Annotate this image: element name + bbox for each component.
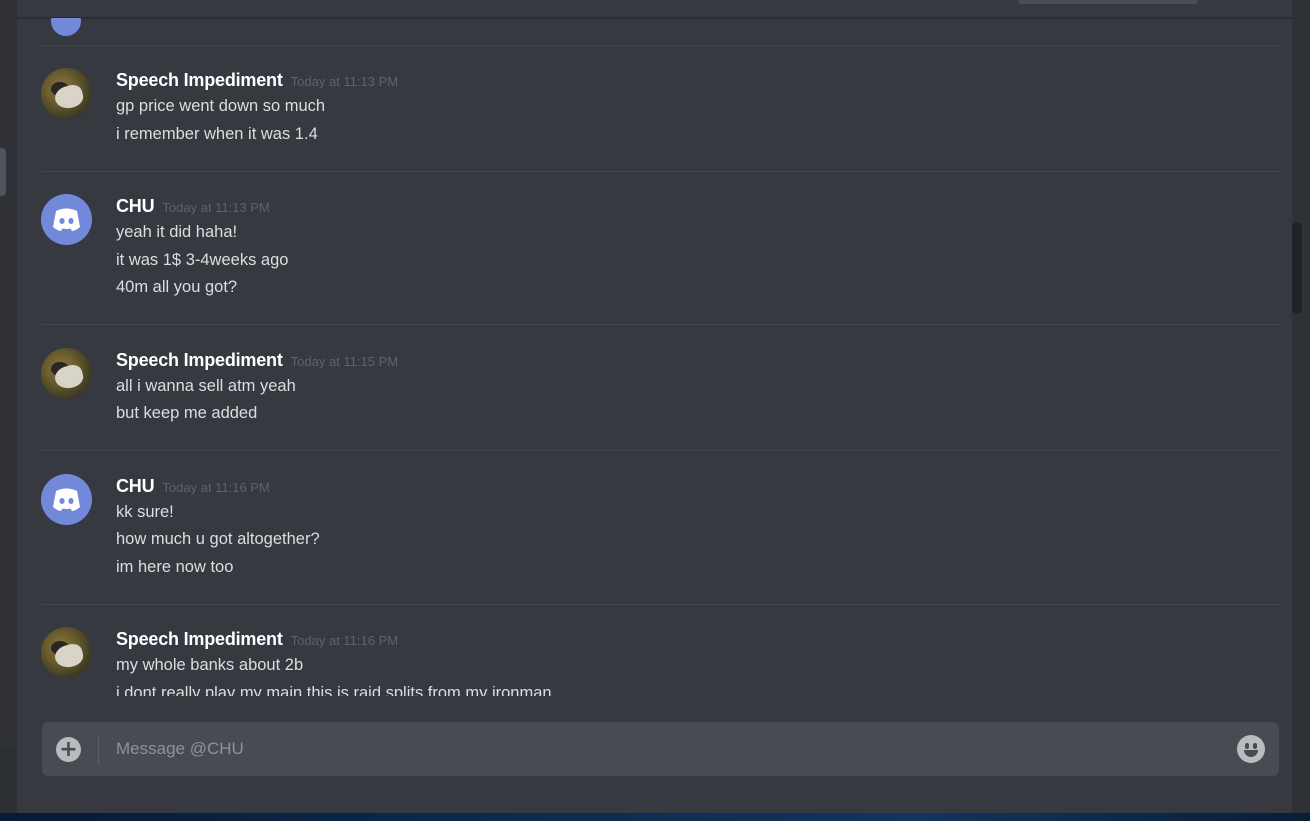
timestamp: Today at 11:13 PM	[162, 200, 270, 215]
chat-header	[17, 0, 1292, 18]
discord-logo-icon	[53, 488, 80, 511]
message-line: 40m all you got?	[116, 278, 238, 296]
user-panel-edge	[0, 748, 17, 813]
discord-logo-icon	[53, 208, 80, 231]
message-list[interactable]: Speech Impediment Today at 11:13 PM gp pr…	[17, 18, 1292, 696]
message-header: CHU Today at 11:13 PM	[116, 196, 270, 217]
message-composer: +	[42, 722, 1279, 776]
avatar[interactable]	[41, 474, 92, 525]
message-line: but keep me added	[116, 404, 258, 422]
server-list-strip	[0, 0, 18, 748]
message-line: i remember when it was 1.4	[116, 125, 318, 143]
message-input[interactable]	[108, 732, 1234, 766]
avatar[interactable]	[41, 68, 92, 119]
message-divider	[41, 45, 1280, 46]
composer-divider	[98, 735, 99, 764]
timestamp: Today at 11:13 PM	[290, 74, 399, 89]
scrollbar-thumb[interactable]	[1292, 222, 1302, 314]
avatar[interactable]	[41, 194, 92, 245]
message-line: my whole banks about 2b	[116, 656, 304, 674]
message-divider	[41, 171, 1280, 172]
avatar[interactable]	[51, 18, 81, 36]
username[interactable]: Speech Impediment	[116, 629, 283, 649]
username[interactable]: CHU	[116, 476, 155, 496]
message-line: all i wanna sell atm yeah	[116, 377, 296, 395]
username[interactable]: Speech Impediment	[116, 70, 283, 90]
message-divider	[41, 604, 1280, 605]
server-selection-pill[interactable]	[0, 148, 6, 196]
timestamp: Today at 11:15 PM	[290, 354, 399, 369]
message-line: yeah it did haha!	[116, 223, 238, 241]
search-bar-edge[interactable]	[1018, 0, 1198, 4]
timestamp: Today at 11:16 PM	[290, 633, 399, 648]
message-line: it was 1$ 3-4weeks ago	[116, 251, 289, 269]
plus-circle-icon[interactable]: +	[56, 737, 81, 762]
message-line: how much u got altogether?	[116, 530, 320, 548]
message-line: im here now too	[116, 558, 234, 576]
avatar[interactable]	[41, 627, 92, 678]
desktop-taskbar-edge	[0, 813, 1310, 821]
message-divider	[41, 450, 1280, 451]
message-line: gp price went down so much	[116, 97, 326, 115]
message-header: CHU Today at 11:16 PM	[116, 476, 270, 497]
smiley-icon[interactable]	[1237, 735, 1265, 763]
username[interactable]: CHU	[116, 196, 155, 216]
chat-panel: Speech Impediment Today at 11:13 PM gp pr…	[17, 0, 1292, 813]
message-header: Speech Impediment Today at 11:13 PM	[116, 70, 398, 91]
message-header: Speech Impediment Today at 11:16 PM	[116, 629, 398, 650]
timestamp: Today at 11:16 PM	[162, 480, 270, 495]
message-divider	[41, 324, 1280, 325]
message-header: Speech Impediment Today at 11:15 PM	[116, 350, 398, 371]
avatar[interactable]	[41, 348, 92, 399]
message-line: kk sure!	[116, 503, 174, 521]
scrollbar-track[interactable]	[1292, 0, 1310, 813]
username[interactable]: Speech Impediment	[116, 350, 283, 370]
message-line: i dont really play my main this is raid …	[116, 684, 552, 696]
